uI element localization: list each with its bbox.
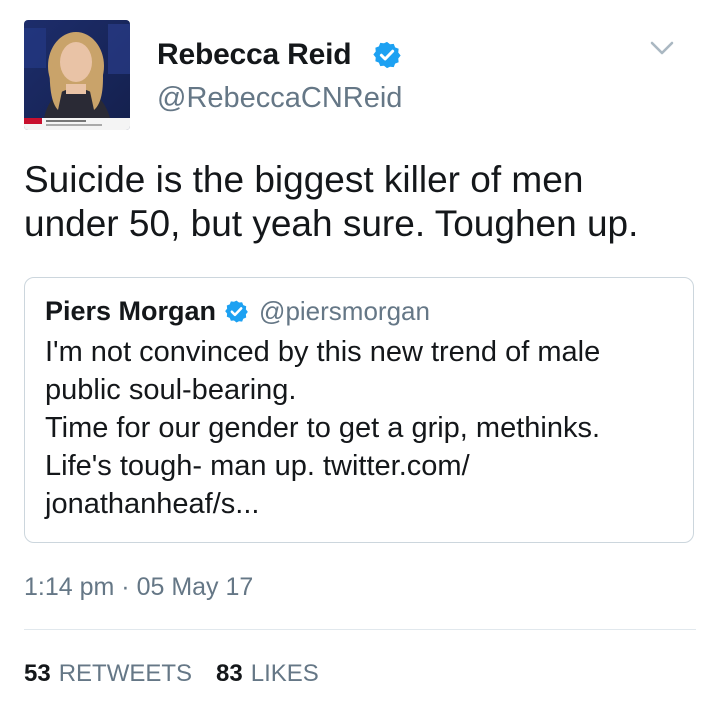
likes-count: 83: [216, 660, 243, 687]
quoted-text-line: I'm not convinced by this new trend of m…: [45, 336, 601, 368]
tweet-text: Suicide is the biggest killer of men und…: [24, 158, 704, 246]
quoted-text-line: Life's tough- man up. twitter.com/: [45, 450, 470, 482]
tweet-date: 05 May 17: [136, 573, 254, 601]
likes-label: LIKES: [250, 660, 319, 687]
verified-badge-icon: [373, 41, 401, 69]
quoted-text-line: Time for our gender to get a grip, methi…: [45, 412, 601, 444]
quoted-text-line: jonathanheaf/s...: [45, 488, 260, 520]
divider: [24, 629, 696, 630]
quoted-author-display-name: Piers Morgan: [45, 296, 217, 326]
tweet-timestamp[interactable]: 1:14 pm · 05 May 17: [24, 573, 253, 602]
chevron-down-icon[interactable]: [648, 38, 676, 60]
likes-stat[interactable]: 83 LIKES: [216, 660, 319, 688]
author-handle[interactable]: @RebeccaCNReid: [157, 82, 402, 115]
author-display-name[interactable]: Rebecca Reid: [157, 38, 352, 72]
quoted-text-line: public soul-bearing.: [45, 374, 297, 406]
retweets-stat[interactable]: 53 RETWEETS: [24, 660, 192, 688]
verified-badge-icon: [225, 300, 248, 323]
tweet-stats: 53 RETWEETS 83 LIKES: [24, 660, 343, 688]
timestamp-separator: ·: [121, 573, 130, 601]
tweet-time: 1:14 pm: [24, 573, 115, 601]
retweets-count: 53: [24, 660, 51, 687]
avatar[interactable]: [24, 20, 130, 130]
quoted-tweet-text: I'm not convinced by this new trend of m…: [45, 333, 675, 523]
profile-photo-icon: [24, 20, 130, 130]
tweet-text-line: under 50, but yeah sure. Toughen up.: [24, 203, 639, 244]
quoted-tweet-header: Piers Morgan @piersmorgan: [45, 296, 430, 327]
quoted-author-handle: @piersmorgan: [259, 296, 430, 326]
tweet-text-line: Suicide is the biggest killer of men: [24, 159, 584, 200]
quoted-tweet-card[interactable]: Piers Morgan @piersmorgan I'm not convin…: [24, 277, 694, 543]
retweets-label: RETWEETS: [58, 660, 193, 687]
